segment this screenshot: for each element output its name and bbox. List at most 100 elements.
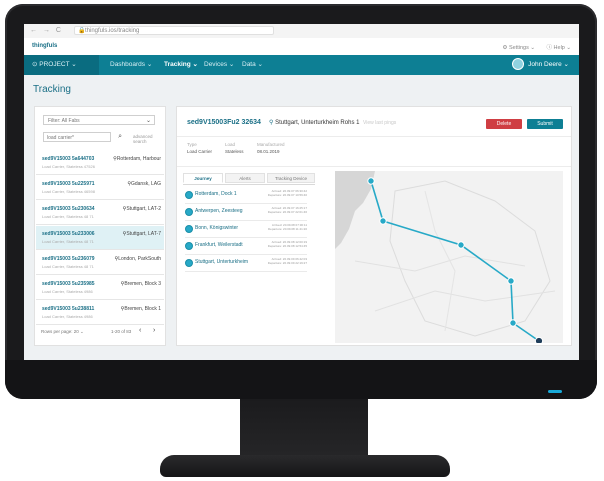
user-name: John Deere ⌄ (528, 61, 569, 68)
settings-menu[interactable]: ⚙ Settings ⌄ (503, 45, 535, 51)
help-menu[interactable]: ⓘ Help ⌄ (547, 45, 571, 51)
search-input[interactable]: load carrier* ⌕ (43, 132, 122, 142)
stop-marker-icon (185, 225, 193, 233)
list-item-subtitle: Load Carrier, Stateless 4986 (42, 289, 93, 294)
stop-marker-bonn[interactable] (457, 241, 465, 249)
browser-toolbar: ← → C 🔒 thingfuls.ios/tracking (24, 24, 579, 39)
list-item-location-text: Gdansk, LAG (130, 181, 161, 187)
main-navigation: ⊙ PROJECT ⌄ Dashboards ⌄ Tracking ⌄ Devi… (24, 55, 579, 75)
avatar (512, 58, 525, 71)
chevron-down-icon: ⌄ (145, 118, 151, 124)
journey-stop[interactable]: Frankfurt, Weilerstadt Arrived: 20.09.08… (185, 240, 307, 255)
nav-tracking[interactable]: Tracking ⌄ (164, 55, 198, 75)
current-location-marker[interactable] (534, 336, 544, 343)
meta-label: Manufactured (257, 142, 285, 147)
list-item-location: ⚲Stuttgart, LAT-7 (123, 231, 161, 237)
journey-stop[interactable]: Rotterdam, Dock 1 Arrived: 20.09.07 06:3… (185, 189, 307, 204)
tab-tracking-device[interactable]: Tracking Device (267, 173, 315, 183)
meta-label: Type (187, 142, 197, 147)
stop-marker-waypoint[interactable] (509, 319, 517, 327)
stop-departure: Departure: 20.09.08 11:41:20 (268, 227, 307, 231)
list-item[interactable]: sed9V15003 5u236079 Load Carrier, Statel… (36, 251, 164, 275)
stop-marker-icon (185, 242, 193, 250)
advanced-search-link[interactable]: advanced search (133, 134, 165, 144)
list-item[interactable]: sed9V15003 5a644703 Load Carrier, Statel… (36, 151, 164, 175)
stop-times: Arrived: 20.09.08 07:30:11 Departure: 20… (268, 223, 307, 231)
journey-stop[interactable]: Bonn, Königswinter Arrived: 20.09.08 07:… (185, 223, 307, 238)
list-item-location-text: London, ParkSouth (118, 256, 161, 262)
location-pin-icon: ⚲ (269, 120, 274, 126)
list-item-id: sed9V15003 5u235985 (42, 281, 95, 287)
stop-marker-antwerpen[interactable] (379, 217, 387, 225)
list-item-location: ⚲Bremen, Block 1 (121, 306, 161, 312)
meta-label: Load (225, 142, 236, 147)
route-map-canvas[interactable] (335, 171, 563, 343)
tracker-detail-panel: sed9V15003Fu2 32634 ⚲ Stuttgart, Untertu… (176, 106, 572, 346)
filter-value: Filter: All Fabs (48, 118, 80, 124)
list-item-location: ⚲Stuttgart, LAT-2 (123, 206, 161, 212)
stop-name: Antwerpen, Zeesteeg (195, 208, 243, 214)
list-item-id: sed9V15003 5u233006 (42, 231, 95, 237)
list-item-location: ⚲Bremen, Block 3 (121, 281, 161, 287)
meta-value: Load Carrier (187, 149, 213, 154)
list-item-id: sed9V15003 5u236079 (42, 256, 95, 262)
submit-button[interactable]: Submit (527, 119, 563, 129)
list-item-subtitle: Load Carrier, Stateless 48 71 (42, 264, 94, 269)
project-selector[interactable]: ⊙ PROJECT ⌄ (24, 55, 99, 75)
nav-dashboards[interactable]: Dashboards ⌄ (110, 55, 152, 75)
divider (177, 166, 571, 167)
list-item-subtitle: Load Carrier, Stateless 48 71 (42, 214, 94, 219)
map-land (335, 171, 563, 343)
stop-name: Bonn, Königswinter (195, 225, 239, 231)
list-item-selected[interactable]: sed9V15003 5u233006 Load Carrier, Statel… (36, 226, 164, 250)
power-indicator-icon (548, 390, 562, 393)
detail-secondary-text: View last pings (363, 120, 397, 126)
delete-button[interactable]: Delete (486, 119, 522, 129)
stop-times: Arrived: 20.09.07 06:30:42 Departure: 20… (268, 189, 307, 197)
stop-marker-frankfurt[interactable] (507, 277, 515, 285)
detail-location-text: Stuttgart, Unterturkheim Rohs 1 (275, 120, 360, 126)
list-item-location-text: Bremen, Block 1 (124, 306, 161, 312)
page-range: 1-20 of 83 (111, 329, 132, 334)
stop-marker-rotterdam[interactable] (367, 177, 375, 185)
list-item-subtitle: Load Carrier, Stateless 46598 (42, 189, 95, 194)
list-item[interactable]: sed9V15003 5u230634 Load Carrier, Statel… (36, 201, 164, 225)
stop-times: Arrived: 20.09.07 16:25:17 Departure: 20… (268, 206, 307, 214)
app-logo[interactable]: thingfuls (32, 43, 57, 49)
list-item-id: sed9V15003 5u230634 (42, 206, 95, 212)
list-item-subtitle: Load Carrier, Stateless 4986 (42, 314, 93, 319)
chevron-left-icon[interactable]: ‹ (139, 327, 141, 334)
filter-select[interactable]: Filter: All Fabs ⌄ (43, 115, 155, 125)
header-menu: ⚙ Settings ⌄ ⓘ Help ⌄ (493, 43, 571, 51)
stop-marker-icon (185, 191, 193, 199)
list-item[interactable]: sed9V15003 5u225971 Load Carrier, Statel… (36, 176, 164, 200)
search-icon[interactable]: ⌕ (118, 132, 122, 142)
app-header: thingfuls ⚙ Settings ⌄ ⓘ Help ⌄ (24, 38, 579, 56)
list-item-location: ⚲London, ParkSouth (115, 256, 161, 262)
browser-nav-arrows[interactable]: ← → C (30, 27, 63, 34)
stop-times: Arrived: 20.09.09 06:42:03 Departure: 20… (268, 257, 307, 265)
detail-tabs: Journey Alerts Tracking Device (183, 173, 315, 185)
meta-load: Load Stateless (225, 142, 244, 154)
list-item[interactable]: sed9V15003 5u238811 Load Carrier, Statel… (36, 301, 164, 325)
list-item-location: ⚲Rotterdam, Harbour (113, 156, 161, 162)
address-bar[interactable]: 🔒 thingfuls.ios/tracking (74, 26, 274, 35)
journey-stop[interactable]: Antwerpen, Zeesteeg Arrived: 20.09.07 16… (185, 206, 307, 221)
chevron-right-icon[interactable]: › (153, 327, 155, 334)
detail-location: ⚲ Stuttgart, Unterturkheim Rohs 1 (269, 119, 359, 126)
list-item[interactable]: sed9V15003 5u235985 Load Carrier, Statel… (36, 276, 164, 300)
nav-devices[interactable]: Devices ⌄ (204, 55, 234, 75)
rows-per-page-select[interactable]: Rows per page: 20 ⌄ (41, 329, 84, 335)
nav-data[interactable]: Data ⌄ (242, 55, 263, 75)
stop-marker-icon (185, 259, 193, 267)
user-menu[interactable]: John Deere ⌄ (512, 55, 569, 75)
url-text: thingfuls.ios/tracking (85, 28, 140, 34)
list-item-location-text: Stuttgart, LAT-7 (126, 231, 161, 237)
tab-alerts[interactable]: Alerts (225, 173, 265, 183)
tab-journey[interactable]: Journey (183, 173, 223, 183)
stop-departure: Departure: 20.09.09 22:19:27 (267, 261, 307, 265)
stop-name: Frankfurt, Weilerstadt (195, 242, 243, 248)
journey-stop[interactable]: Stuttgart, Unterturkheim Arrived: 20.09.… (185, 257, 307, 272)
stop-departure: Departure: 20.09.08 12:54:45 (267, 244, 307, 248)
route-map[interactable] (335, 171, 563, 343)
